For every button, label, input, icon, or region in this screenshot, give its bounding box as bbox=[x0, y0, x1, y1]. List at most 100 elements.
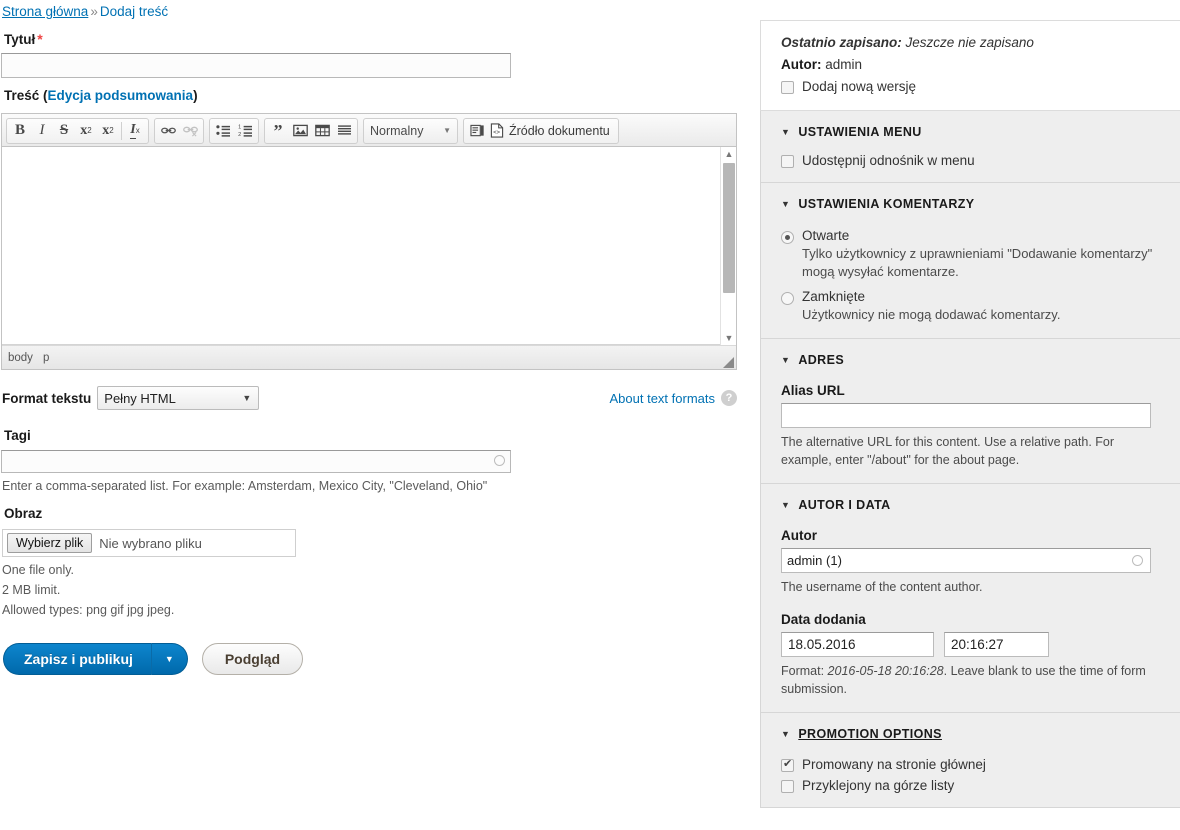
element-path-body[interactable]: body bbox=[8, 352, 33, 364]
horizontal-rule-icon[interactable] bbox=[333, 120, 355, 142]
about-text-formats: About text formats ? bbox=[610, 390, 737, 406]
save-options-dropdown-icon[interactable]: ▼ bbox=[150, 643, 188, 675]
help-icon[interactable]: ? bbox=[721, 390, 737, 406]
promotion-options-header[interactable]: ▼ PROMOTION OPTIONS bbox=[781, 727, 1164, 741]
new-revision-checkbox[interactable] bbox=[781, 81, 794, 94]
image-icon[interactable] bbox=[289, 120, 311, 142]
source-button[interactable]: <> Źródło dokumentu bbox=[488, 120, 616, 142]
svg-text:2: 2 bbox=[238, 132, 241, 137]
comments-closed-row[interactable]: Zamknięte bbox=[781, 289, 1164, 306]
editor-content-area[interactable]: ▲ ▼ bbox=[2, 147, 736, 345]
last-saved-row: Ostatnio zapisano: Jeszcze nie zapisano bbox=[781, 35, 1164, 50]
author-field-label: Autor bbox=[781, 527, 817, 543]
url-alias-description: The alternative URL for this content. Us… bbox=[781, 434, 1115, 467]
autocomplete-throbber-icon bbox=[1132, 554, 1143, 566]
sticky-top-checkbox[interactable] bbox=[781, 780, 794, 794]
paragraph-format-value: Normalny bbox=[370, 123, 424, 138]
date-input[interactable] bbox=[781, 632, 934, 658]
url-alias-label: Alias URL bbox=[781, 382, 845, 398]
superscript-icon[interactable]: x2 bbox=[75, 120, 97, 142]
panel-meta: Ostatnio zapisano: Jeszcze nie zapisano … bbox=[760, 20, 1180, 111]
remove-format-icon[interactable]: Ix bbox=[124, 120, 146, 142]
editor-toolbar: B I S x2 x2 Ix 1 2 ” Normalny ▼ <> Źródł… bbox=[2, 114, 736, 147]
promotion-options-title: PROMOTION OPTIONS bbox=[798, 727, 942, 742]
toolbar-group-insert: ” bbox=[264, 117, 358, 144]
comments-open-label: Otwarte bbox=[802, 228, 850, 243]
author-value: admin bbox=[825, 57, 863, 72]
new-revision-label: Dodaj nową wersję bbox=[802, 79, 917, 94]
autocomplete-throbber-icon bbox=[494, 455, 505, 466]
body-label-text: Treść ( bbox=[4, 88, 48, 103]
text-format-select[interactable]: Pełny HTML ▼ bbox=[97, 386, 260, 410]
date-format-description: Format: 2016-05-18 20:16:28. Leave blank… bbox=[781, 662, 1153, 698]
panel-author-date: ▼ AUTOR I DATA Autor The username of the… bbox=[760, 483, 1180, 714]
templates-icon[interactable] bbox=[466, 120, 488, 142]
rich-text-editor: B I S x2 x2 Ix 1 2 ” Normalny ▼ <> Źródł… bbox=[1, 113, 737, 370]
menu-settings-header[interactable]: ▼ USTAWIENIA MENU bbox=[781, 125, 1164, 139]
bold-icon[interactable]: B bbox=[9, 120, 31, 142]
new-revision-row[interactable]: Dodaj nową wersję bbox=[781, 79, 1164, 94]
tags-input[interactable] bbox=[1, 450, 511, 473]
comments-open-description: Tylko użytkownicy z uprawnieniami "Dodaw… bbox=[802, 246, 1153, 279]
numbered-list-icon[interactable]: 1 2 bbox=[234, 120, 256, 142]
author-row: Autor: admin bbox=[781, 57, 1164, 72]
panel-address: ▼ ADRES Alias URL The alternative URL fo… bbox=[760, 338, 1180, 484]
date-field-label: Data dodania bbox=[781, 612, 866, 628]
menu-settings-title: USTAWIENIA MENU bbox=[798, 125, 922, 139]
title-input[interactable] bbox=[1, 53, 511, 78]
link-icon[interactable] bbox=[157, 120, 179, 142]
promoted-front-row[interactable]: Promowany na stronie głównej bbox=[781, 757, 1164, 773]
bulleted-list-icon[interactable] bbox=[212, 120, 234, 142]
comments-open-row[interactable]: Otwarte bbox=[781, 228, 1164, 244]
paragraph-format-select[interactable]: Normalny ▼ bbox=[363, 117, 458, 144]
numbered-list-glyph: 1 2 bbox=[238, 125, 252, 137]
tags-field-label: Tagi bbox=[4, 428, 31, 443]
provide-menu-link-checkbox[interactable] bbox=[781, 155, 794, 168]
tags-description: Enter a comma-separated list. For exampl… bbox=[2, 479, 488, 493]
scroll-down-icon[interactable]: ▼ bbox=[721, 331, 737, 345]
provide-menu-link-row[interactable]: Udostępnij odnośnik w menu bbox=[781, 153, 1164, 168]
time-input[interactable] bbox=[944, 632, 1049, 658]
editor-scrollbar[interactable]: ▲ ▼ bbox=[720, 147, 736, 345]
sidebar: Ostatnio zapisano: Jeszcze nie zapisano … bbox=[760, 0, 1180, 830]
promoted-front-checkbox[interactable] bbox=[781, 757, 794, 773]
author-date-header[interactable]: ▼ AUTOR I DATA bbox=[781, 498, 1164, 512]
source-document-icon: <> bbox=[490, 123, 504, 138]
edit-summary-link[interactable]: Edycja podsumowania bbox=[48, 88, 194, 103]
element-path-p[interactable]: p bbox=[43, 352, 49, 364]
unlink-glyph bbox=[182, 126, 198, 137]
triangle-down-icon: ▼ bbox=[781, 127, 791, 137]
breadcrumb-home-link[interactable]: Strona główna bbox=[2, 4, 88, 19]
address-header[interactable]: ▼ ADRES bbox=[781, 353, 1164, 367]
strikethrough-icon[interactable]: S bbox=[53, 120, 75, 142]
subscript-icon[interactable]: x2 bbox=[97, 120, 119, 142]
panel-comment-settings: ▼ USTAWIENIA KOMENTARZY Otwarte Tylko uż… bbox=[760, 183, 1180, 339]
save-and-publish-button[interactable]: Zapisz i publikuj bbox=[3, 643, 151, 675]
scroll-up-icon[interactable]: ▲ bbox=[721, 147, 737, 161]
main-content-column: Strona główna» Dodaj treść Tytuł * Treść (… bbox=[0, 0, 760, 830]
image-file-input[interactable]: Wybierz plik Nie wybrano pliku bbox=[2, 529, 296, 557]
url-alias-input[interactable] bbox=[781, 402, 1151, 428]
italic-icon[interactable]: I bbox=[31, 120, 53, 142]
blockquote-icon[interactable]: ” bbox=[267, 120, 289, 142]
link-glyph bbox=[160, 127, 176, 134]
author-input[interactable] bbox=[781, 547, 1151, 573]
author-label: Autor: bbox=[781, 57, 822, 72]
breadcrumb-separator: » bbox=[90, 4, 98, 19]
table-icon[interactable] bbox=[311, 120, 333, 142]
image-description-allowed-types: Allowed types: png gif jpg jpeg. bbox=[2, 603, 175, 617]
toolbar-group-links bbox=[154, 117, 204, 144]
chevron-down-icon: ▼ bbox=[443, 126, 451, 135]
sticky-top-row[interactable]: Przyklejony na górze listy bbox=[781, 778, 1164, 794]
comment-settings-header[interactable]: ▼ USTAWIENIA KOMENTARZY bbox=[781, 197, 1164, 211]
scrollbar-thumb[interactable] bbox=[723, 163, 735, 293]
editor-resize-handle[interactable] bbox=[723, 357, 734, 368]
comments-closed-description: Użytkownicy nie mogą dodawać komentarzy. bbox=[802, 307, 1061, 323]
choose-file-button[interactable]: Wybierz plik bbox=[7, 533, 93, 553]
preview-button[interactable]: Podgląd bbox=[201, 643, 304, 675]
about-text-formats-link[interactable]: About text formats bbox=[610, 391, 716, 406]
editor-element-path: body p bbox=[2, 345, 736, 369]
comments-open-radio[interactable] bbox=[781, 231, 794, 244]
triangle-down-icon: ▼ bbox=[781, 729, 791, 740]
comments-closed-radio[interactable] bbox=[781, 292, 794, 306]
